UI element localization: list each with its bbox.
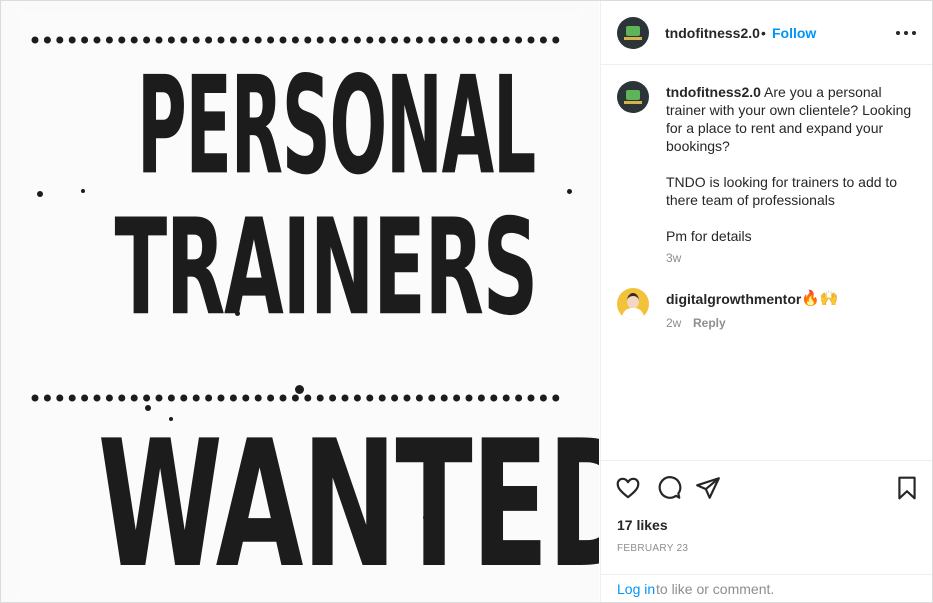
author-username[interactable]: tndofitness2.0 — [665, 25, 760, 41]
post-actions: 17 likes FEBRUARY 23 — [601, 460, 932, 575]
poster-word-trainers: TRAINERS — [114, 189, 539, 345]
login-prompt: Log in to like or comment. — [601, 574, 932, 602]
ink-speck — [81, 189, 85, 193]
likes-count[interactable]: 17 likes — [617, 517, 668, 533]
caption-author-avatar[interactable] — [617, 81, 649, 113]
ink-speck — [37, 191, 43, 197]
ink-speck — [145, 405, 151, 411]
bookmark-icon[interactable] — [894, 475, 920, 501]
ink-speck — [169, 417, 173, 421]
caption-username[interactable]: tndofitness2.0 — [666, 84, 761, 100]
login-prompt-text: to like or comment. — [656, 581, 775, 597]
heart-icon[interactable] — [615, 475, 641, 501]
ink-speck — [235, 311, 240, 316]
post-image[interactable]: PERSONAL TRAINERS WANTED! — [1, 1, 599, 602]
ink-speck — [295, 385, 304, 394]
comment-text: 🔥🙌 — [801, 290, 839, 307]
caption-paragraph-3: Pm for details — [666, 228, 752, 244]
caption-timestamp[interactable]: 3w — [666, 251, 681, 265]
login-link[interactable]: Log in — [617, 581, 655, 597]
comment-timestamp[interactable]: 2w — [666, 316, 681, 330]
post-sidebar: tndofitness2.0 • Follow tndofitness2.0 A… — [600, 1, 932, 602]
reply-button[interactable]: Reply — [693, 316, 726, 330]
header-separator: • — [761, 25, 766, 41]
ink-speck — [423, 515, 428, 520]
more-options-icon[interactable] — [896, 23, 916, 43]
post-caption: tndofitness2.0 Are you a personal traine… — [666, 83, 916, 245]
ink-speck — [567, 189, 572, 194]
poster-graphic: PERSONAL TRAINERS WANTED! — [19, 13, 599, 602]
comment-bubble-icon[interactable] — [656, 475, 682, 501]
post-modal: PERSONAL TRAINERS WANTED! tnd — [0, 0, 933, 603]
follow-button[interactable]: Follow — [772, 25, 816, 41]
dotted-rule-top — [31, 33, 571, 47]
commenter-avatar[interactable] — [617, 288, 649, 320]
paper-plane-icon[interactable] — [695, 475, 721, 501]
poster-word-wanted: WANTED! — [97, 404, 599, 602]
commenter-username[interactable]: digitalgrowthmentor — [666, 291, 801, 307]
poster-word-personal: PERSONAL — [137, 46, 536, 205]
post-header: tndofitness2.0 • Follow — [601, 1, 932, 65]
post-date[interactable]: FEBRUARY 23 — [617, 543, 688, 554]
comments-section: tndofitness2.0 Are you a personal traine… — [601, 65, 932, 460]
caption-paragraph-2: TNDO is looking for trainers to add to t… — [666, 174, 898, 208]
author-avatar[interactable] — [617, 17, 649, 49]
